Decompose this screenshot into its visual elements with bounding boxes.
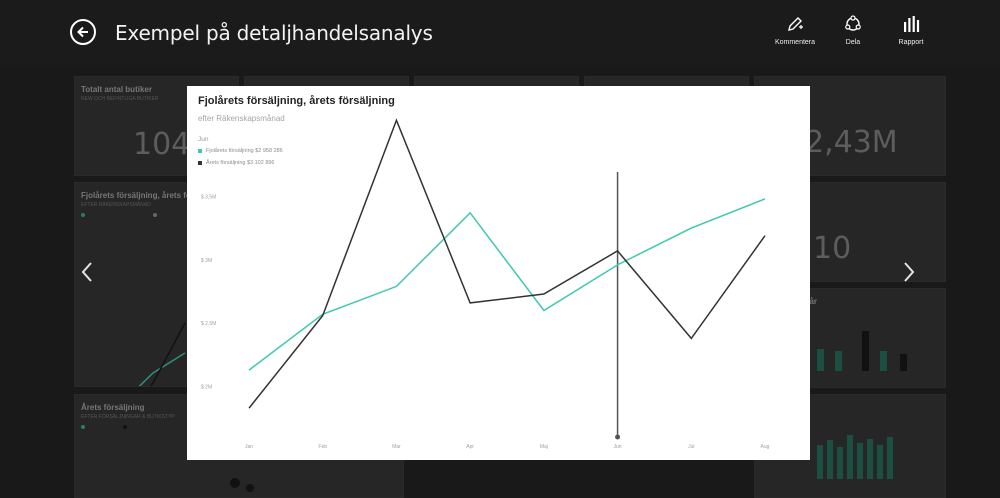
- comment-label: Kommentera: [774, 39, 816, 46]
- arrow-left-icon: [77, 26, 88, 38]
- share-button[interactable]: Dela: [832, 14, 874, 46]
- x-tick-label: Maj: [540, 444, 548, 450]
- page-title: Exempel på detaljhandelsanalys: [115, 21, 433, 45]
- y-tick-label: $ 2M: [201, 385, 212, 391]
- tile-value: 104: [133, 127, 191, 162]
- x-tick-label: Jul: [688, 444, 694, 450]
- highlight-marker: [615, 434, 621, 440]
- series-line-1: [248, 118, 766, 409]
- series-line-0: [248, 198, 766, 371]
- tile-value: 2,43M: [805, 125, 898, 160]
- focus-chart-panel: Fjolårets försäljning, årets försäljning…: [187, 86, 810, 460]
- x-tick-label: Aug: [761, 444, 770, 450]
- x-tick-label: Jan: [245, 444, 253, 450]
- tile-title: Totalt antal butiker: [81, 85, 152, 94]
- previous-arrow-icon[interactable]: [80, 260, 94, 284]
- report-button[interactable]: Rapport: [890, 14, 932, 46]
- share-icon: [845, 15, 861, 31]
- share-label: Dela: [845, 39, 861, 46]
- report-label: Rapport: [898, 39, 924, 46]
- y-tick-label: $ 3,5M: [201, 194, 216, 200]
- tile-subtitle: NEW OCH BEFINTLIGA BUTIKER: [81, 96, 159, 102]
- line-chart[interactable]: $ 3,5M $ 3M $ 2,5M $ 2M Jan Feb Mar Apr Maj Jun Ju…: [187, 86, 810, 460]
- tile-value: 10: [813, 231, 852, 266]
- x-tick-label: Apr: [466, 444, 474, 450]
- y-tick-label: $ 2,5M: [201, 321, 216, 327]
- back-button[interactable]: [70, 19, 96, 45]
- top-bar: Exempel på detaljhandelsanalys Kommenter…: [0, 0, 1000, 68]
- x-tick-label: Jun: [614, 444, 622, 450]
- pen-icon: [788, 17, 803, 31]
- app-window: Exempel på detaljhandelsanalys Kommenter…: [0, 0, 1000, 498]
- next-arrow-icon[interactable]: [902, 260, 916, 284]
- x-tick-label: Feb: [318, 444, 327, 450]
- report-icon: [904, 16, 920, 32]
- y-tick-label: $ 3M: [201, 258, 212, 264]
- comment-button[interactable]: Kommentera: [774, 14, 816, 46]
- x-tick-label: Mar: [392, 444, 401, 450]
- action-bar: Kommentera Dela Rapport: [774, 14, 932, 46]
